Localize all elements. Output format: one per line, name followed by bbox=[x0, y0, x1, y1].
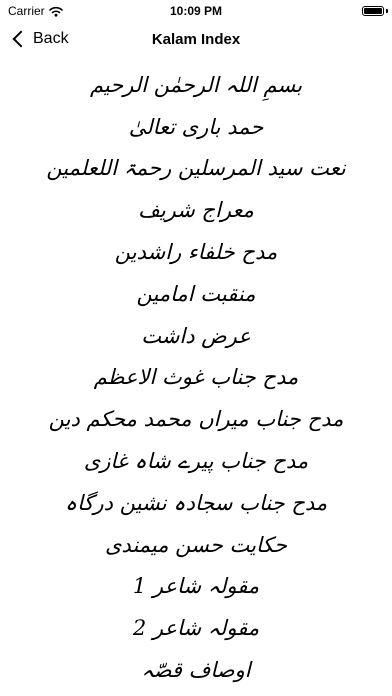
kalam-item[interactable]: مقولہ شاعر 1 bbox=[0, 566, 392, 608]
kalam-item[interactable]: مدح جناب سجادہ نشین درگاہ bbox=[0, 482, 392, 524]
kalam-item[interactable]: منقبت امامین bbox=[0, 273, 392, 315]
battery-fill bbox=[364, 8, 382, 14]
kalam-item[interactable]: اوصاف قصّہ bbox=[0, 649, 392, 691]
status-time: 10:09 PM bbox=[169, 4, 223, 18]
kalam-item[interactable]: معراج شریف bbox=[0, 189, 392, 231]
kalam-item[interactable]: مدح جناب غوث الاعظم bbox=[0, 357, 392, 399]
navigation-bar: Back Kalam Index bbox=[0, 24, 392, 58]
kalam-item[interactable]: نعت سید المرسلین رحمۃ اللعلمین bbox=[0, 148, 392, 190]
kalam-item[interactable]: مدح جناب پیرے شاہ غازی bbox=[0, 440, 392, 482]
battery-icon bbox=[362, 6, 384, 16]
page-title: Kalam Index bbox=[151, 31, 241, 48]
kalam-item[interactable]: مقولہ شاعر 2 bbox=[0, 607, 392, 649]
kalam-item[interactable]: بسمِ اللہ الرحمٰن الرحیم bbox=[0, 64, 392, 106]
kalam-item[interactable]: مدح جناب میراں محمد محکم دین bbox=[0, 398, 392, 440]
kalam-item[interactable]: مدح خلفاء راشدین bbox=[0, 231, 392, 273]
kalam-item[interactable]: عرض داشت bbox=[0, 315, 392, 357]
status-bar: Carrier 10:09 PM bbox=[0, 0, 392, 24]
battery-cap bbox=[386, 9, 388, 13]
kalam-item[interactable]: حکایت حسن میمندی bbox=[0, 524, 392, 566]
kalam-index-list: بسمِ اللہ الرحمٰن الرحیم حمد باری تعالیٰ… bbox=[0, 64, 392, 691]
kalam-item[interactable]: حمد باری تعالیٰ bbox=[0, 106, 392, 148]
